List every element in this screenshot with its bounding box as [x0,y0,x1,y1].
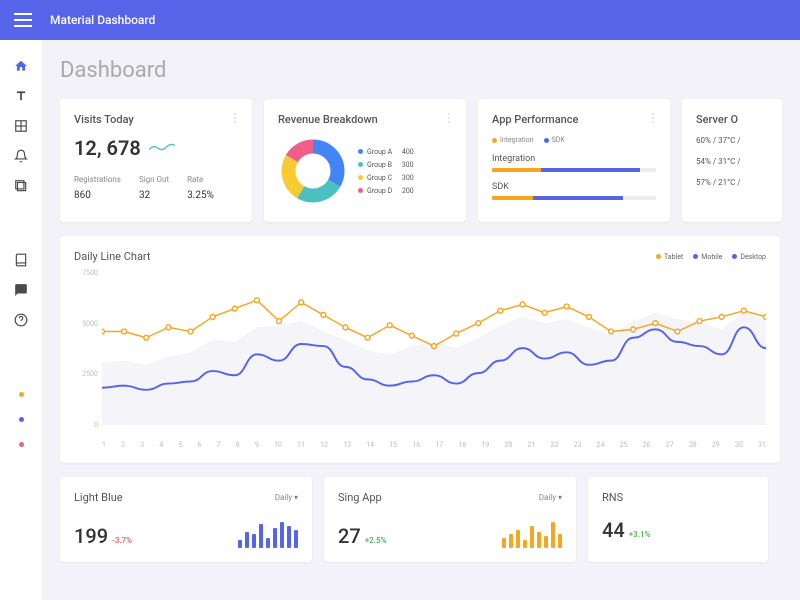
server-row: 57% / 21°C / [696,178,768,187]
light-blue-card: Light Blue Daily ▾ 199-3.7% [60,477,312,562]
metric-value: 27+2.5% [338,524,386,548]
sidebar-dot-blue[interactable] [19,417,24,422]
sing-app-card: Sing App Daily ▾ 27+2.5% [324,477,576,562]
dropdown-daily[interactable]: Daily ▾ [539,493,562,502]
performance-card: App Performance ⋮ Integration SDK Integr… [478,99,670,222]
metric-value: 44+3.1% [602,518,650,542]
sidebar-typography[interactable] [13,88,29,104]
server-card: Server O 60% / 37°C / 54% / 31°C / 57% /… [682,99,782,222]
menu-toggle-button[interactable] [14,13,32,27]
line-chart: 7500500025000 12345678910111213141516171… [74,269,766,449]
card-title: Server O [696,113,768,126]
card-title: Revenue Breakdown [278,113,452,126]
dropdown-daily[interactable]: Daily ▾ [275,493,298,502]
sidebar-dot-pink[interactable] [19,442,24,447]
app-title: Material Dashboard [50,13,155,27]
metric-value: 199-3.7% [74,524,132,548]
sidebar-ui-elements[interactable] [13,178,29,194]
card-title: Light Blue [74,491,123,504]
server-row: 54% / 31°C / [696,157,768,166]
visits-card: Visits Today ⋮ 12, 678 Registrations860 … [60,99,252,222]
sidebar-library[interactable] [13,252,29,268]
daily-line-chart-card: Daily Line Chart Tablet Mobile Desktop 7… [60,236,780,463]
donut-chart [278,136,348,206]
card-title: Visits Today [74,113,238,126]
perf-row-sdk: SDK [492,182,656,200]
bar-sparkline [238,518,298,548]
rns-card: RNS 44+3.1% [588,477,768,562]
chart-legend: Tablet Mobile Desktop [656,253,766,261]
sidebar-dot-orange[interactable] [19,392,24,397]
chart-title: Daily Line Chart [74,250,151,263]
page-title: Dashboard [60,58,800,83]
sidebar-home[interactable] [13,58,29,74]
visits-stat: Rate3.25% [187,174,214,203]
card-menu-icon[interactable]: ⋮ [443,111,454,125]
card-title: App Performance [492,113,656,126]
sidebar-support[interactable] [13,282,29,298]
perf-row-integration: Integration [492,154,656,172]
sidebar-notifications[interactable] [13,148,29,164]
sparkline-icon [149,142,175,154]
sidebar [0,40,42,600]
card-menu-icon[interactable]: ⋮ [647,111,658,125]
visits-stat: Registrations860 [74,174,121,203]
visits-value: 12, 678 [74,136,238,160]
bar-sparkline [502,518,562,548]
card-menu-icon[interactable]: ⋮ [229,111,240,125]
performance-legend: Integration SDK [492,136,656,144]
server-row: 60% / 37°C / [696,136,768,145]
card-title: Sing App [338,491,382,504]
card-title: RNS [602,491,623,504]
sidebar-faq[interactable] [13,312,29,328]
app-header: Material Dashboard [0,0,800,40]
main-content: Dashboard Visits Today ⋮ 12, 678 Registr… [42,40,800,600]
visits-stat: Sign Out32 [139,174,169,203]
revenue-card: Revenue Breakdown ⋮ Group A 400 Group B … [264,99,466,222]
sidebar-tables[interactable] [13,118,29,134]
revenue-legend: Group A 400 Group B 300 Group C 300 Grou… [358,148,414,195]
